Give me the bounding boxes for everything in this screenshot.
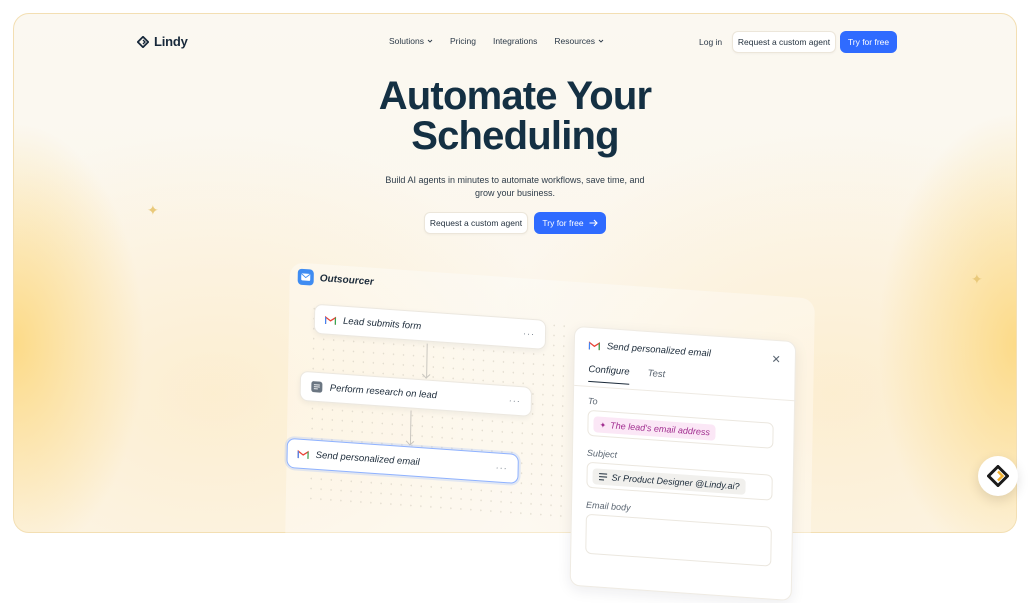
nav-resources-label: Resources <box>554 36 596 46</box>
panel-tabs: Configure Test <box>588 363 666 387</box>
subject-value: Sr Product Designer @Lindy.ai? <box>611 472 740 492</box>
panel-title-text: Send personalized email <box>606 341 711 360</box>
variable-chip[interactable]: ✦ The lead's email address <box>593 416 717 441</box>
node-label: Send personalized email <box>315 449 420 468</box>
chevron-down-icon <box>598 39 604 43</box>
nav-integrations-label: Integrations <box>492 36 538 46</box>
workflow-preview: Outsourcer Lead submits form ··· Perform… <box>284 262 820 602</box>
node-config-panel: Send personalized email ✕ Configure Test… <box>569 325 797 602</box>
hero-try-free-button[interactable]: Try for free <box>534 212 606 234</box>
try-for-free-button[interactable]: Try for free <box>840 31 897 53</box>
to-field[interactable]: ✦ The lead's email address <box>587 409 774 449</box>
login-link[interactable]: Log in <box>699 37 722 47</box>
tab-configure[interactable]: Configure <box>588 363 630 385</box>
lindy-logo-icon <box>987 465 1009 487</box>
sparkle-icon: ✦ <box>599 420 607 430</box>
tab-test[interactable]: Test <box>647 368 666 387</box>
hero-request-agent-button[interactable]: Request a custom agent <box>424 212 528 234</box>
lindy-chat-button[interactable] <box>978 456 1018 496</box>
sparkle-icon: ✦ <box>147 202 159 218</box>
more-options-icon[interactable]: ··· <box>496 462 508 473</box>
more-options-icon[interactable]: ··· <box>523 328 535 339</box>
lindy-logo[interactable]: Lindy <box>137 34 188 49</box>
nav-integrations[interactable]: Integrations <box>493 36 537 46</box>
node-label: Perform research on lead <box>329 382 438 401</box>
text-lines-icon <box>599 473 608 481</box>
main-menu: Solutions Pricing Integrations Resources <box>389 36 604 46</box>
to-label: To <box>587 395 598 407</box>
mail-app-icon <box>297 268 314 286</box>
nav-resources[interactable]: Resources <box>554 36 604 46</box>
panel-title: Send personalized email <box>588 340 711 360</box>
top-nav: Lindy Solutions Pricing Integrations Res… <box>0 0 1030 80</box>
hero-subtitle: Build AI agents in minutes to automate w… <box>385 174 645 200</box>
research-icon <box>311 381 323 393</box>
lindy-logo-icon <box>137 35 149 48</box>
chevron-down-icon <box>427 39 433 43</box>
gmail-icon <box>297 449 309 459</box>
node-label: Lead submits form <box>342 315 422 332</box>
more-options-icon[interactable]: ··· <box>509 395 521 406</box>
gmail-icon <box>324 315 337 325</box>
to-value: The lead's email address <box>610 420 711 438</box>
request-custom-agent-button[interactable]: Request a custom agent <box>732 31 836 53</box>
nav-solutions-label: Solutions <box>389 36 424 46</box>
subject-label: Subject <box>586 447 618 460</box>
arrow-right-icon <box>589 219 598 227</box>
panel-divider <box>574 384 797 402</box>
nav-solutions[interactable]: Solutions <box>389 36 433 46</box>
hero-try-free-label: Try for free <box>542 218 584 228</box>
gmail-icon <box>588 341 600 351</box>
sparkle-icon: ✦ <box>971 271 983 287</box>
nav-pricing[interactable]: Pricing <box>450 36 476 46</box>
brand-name: Lindy <box>154 34 188 49</box>
nav-pricing-label: Pricing <box>449 36 476 46</box>
subject-chip[interactable]: Sr Product Designer @Lindy.ai? <box>592 468 746 495</box>
hero-subtitle-line2: grow your business. <box>474 188 556 198</box>
close-icon[interactable]: ✕ <box>771 353 780 367</box>
hero-title-line2: Scheduling <box>411 114 619 158</box>
workflow-name: Outsourcer <box>319 272 374 288</box>
email-body-field[interactable] <box>585 513 772 567</box>
hero-title-line1: Automate Your <box>378 74 652 118</box>
hero-title: Automate Your Scheduling <box>0 76 1030 156</box>
hero-subtitle-line1: Build AI agents in minutes to automate w… <box>385 175 645 185</box>
subject-field[interactable]: Sr Product Designer @Lindy.ai? <box>586 461 773 501</box>
